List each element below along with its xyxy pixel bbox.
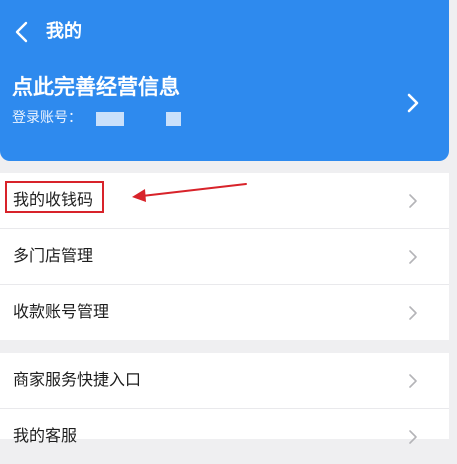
- chevron-right-icon: [409, 306, 417, 320]
- menu-item-label: 多门店管理: [13, 246, 94, 265]
- profile-info-row[interactable]: 点此完善经营信息 登录账号：: [0, 66, 449, 142]
- menu-item-label: 收款账号管理: [13, 302, 110, 321]
- menu-item-receiving-account[interactable]: 收款账号管理: [0, 285, 449, 340]
- chevron-right-icon: [407, 93, 419, 113]
- page-title: 我的: [46, 21, 82, 42]
- profile-title: 点此完善经营信息: [12, 75, 180, 99]
- chevron-right-icon: [409, 374, 417, 388]
- account-mask: [96, 112, 124, 126]
- menu-item-label: 商家服务快捷入口: [13, 370, 142, 389]
- back-arrow-icon[interactable]: [11, 19, 33, 45]
- account-mask: [166, 112, 181, 126]
- chevron-right-icon: [409, 194, 417, 208]
- menu-item-merchant-services[interactable]: 商家服务快捷入口: [0, 353, 449, 408]
- header-bar: 我的 点此完善经营信息 登录账号：: [0, 0, 449, 161]
- menu-group-secondary: 商家服务快捷入口 我的客服: [0, 353, 449, 445]
- menu-item-customer-service[interactable]: 我的客服: [0, 409, 449, 464]
- annotation-highlight-box: [5, 181, 104, 213]
- menu-item-multi-store[interactable]: 多门店管理: [0, 229, 449, 284]
- chevron-right-icon: [409, 250, 417, 264]
- annotation-arrow-icon: [132, 183, 247, 202]
- menu-item-label: 我的客服: [13, 426, 78, 445]
- chevron-right-icon: [409, 430, 417, 444]
- account-label: 登录账号：: [12, 110, 82, 126]
